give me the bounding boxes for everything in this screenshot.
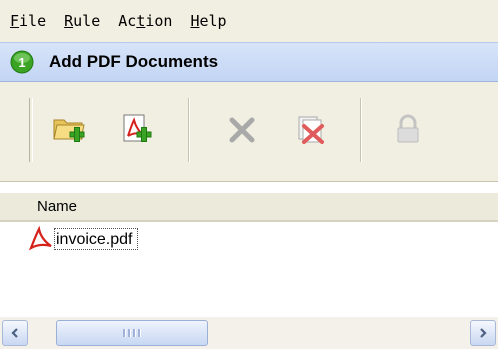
chevron-left-icon xyxy=(11,328,18,338)
scroll-left-button[interactable] xyxy=(2,320,28,346)
remove-all-button[interactable] xyxy=(284,104,336,156)
list-item[interactable]: invoice.pdf xyxy=(28,226,138,252)
menu-bar: File Rule Action Help xyxy=(0,0,498,42)
remove-all-icon xyxy=(298,116,324,144)
menu-rule[interactable]: Rule xyxy=(64,12,100,30)
scroll-right-button[interactable] xyxy=(470,320,496,346)
pdf-file-icon xyxy=(28,226,52,251)
toolbar-separator xyxy=(188,98,190,162)
step-one-icon: 1 xyxy=(10,50,34,74)
menu-file[interactable]: File xyxy=(10,12,46,30)
chevron-right-icon xyxy=(480,328,487,338)
add-pdf-button[interactable] xyxy=(112,104,164,156)
add-pdf-icon xyxy=(123,114,152,142)
menu-action[interactable]: Action xyxy=(118,12,172,30)
horizontal-scrollbar[interactable] xyxy=(0,317,498,349)
toolbar-separator xyxy=(360,98,362,162)
svg-text:1: 1 xyxy=(18,55,25,70)
header-title: Add PDF Documents xyxy=(49,52,219,71)
column-header-name[interactable]: Name xyxy=(0,192,498,222)
lock-button[interactable] xyxy=(382,104,434,156)
menu-help[interactable]: Help xyxy=(190,12,226,30)
step-header: 1 Add PDF Documents xyxy=(0,42,498,82)
lock-icon xyxy=(397,114,419,143)
remove-icon xyxy=(229,117,255,143)
thumb-grip xyxy=(123,329,141,337)
scroll-thumb[interactable] xyxy=(56,320,208,346)
list-item-label: invoice.pdf xyxy=(54,228,138,250)
add-folder-button[interactable] xyxy=(44,104,96,156)
toolbar-grip[interactable] xyxy=(29,98,33,162)
toolbar xyxy=(0,82,498,182)
add-folder-icon xyxy=(53,119,85,142)
remove-button[interactable] xyxy=(216,104,268,156)
column-header-label: Name xyxy=(37,198,78,215)
